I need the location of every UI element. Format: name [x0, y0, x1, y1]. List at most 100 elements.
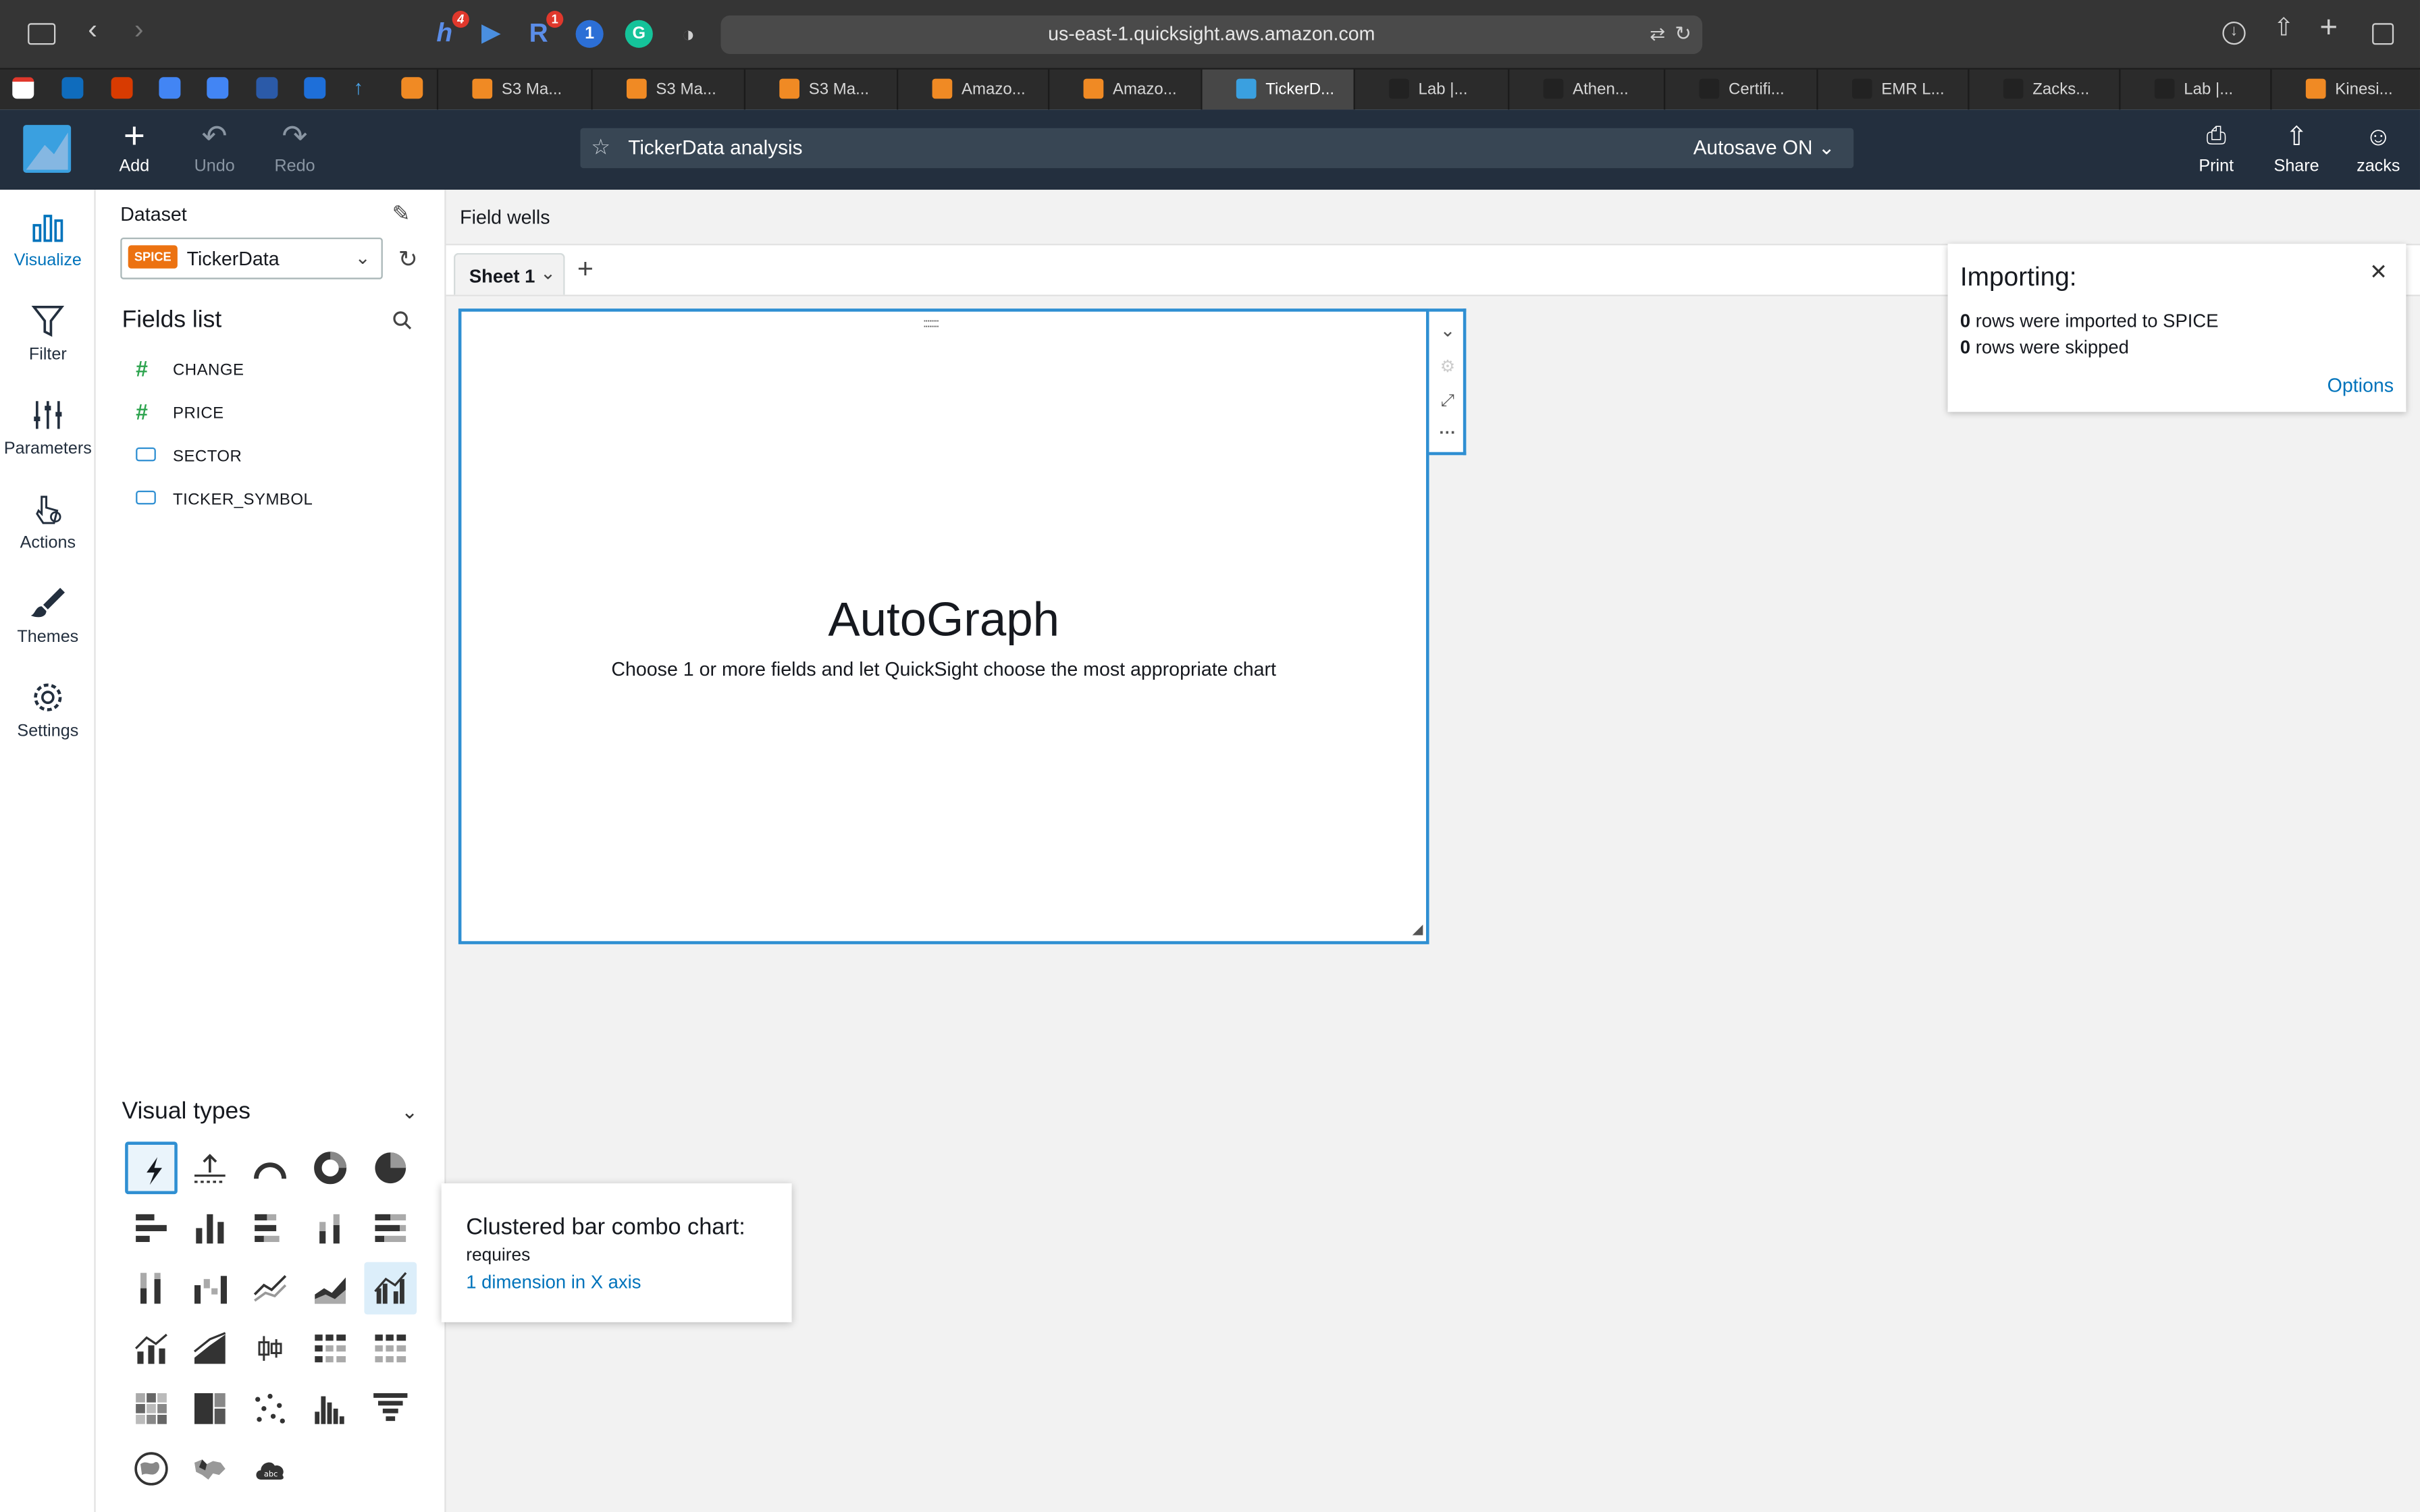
stacked-bar-combo-icon[interactable]	[125, 1322, 178, 1375]
share-button[interactable]: ⇧ Share	[2257, 122, 2337, 176]
search-icon[interactable]	[392, 310, 413, 335]
tab-overview-icon[interactable]	[2372, 23, 2394, 45]
tab-sheet-1[interactable]: Sheet 1 ⌄	[453, 252, 565, 295]
chevron-down-icon[interactable]: ⌄	[540, 263, 556, 284]
browser-tab[interactable]: S3 Ma...	[591, 69, 743, 110]
collapse-chevron-icon[interactable]: ⌄	[401, 1100, 418, 1125]
back-icon[interactable]: ‹	[88, 16, 97, 43]
stacked-vertical-bar-icon[interactable]	[304, 1202, 357, 1255]
vertical-bar-icon[interactable]	[184, 1202, 236, 1255]
scatter-plot-icon[interactable]	[244, 1382, 296, 1435]
forward-icon[interactable]: ›	[134, 16, 144, 43]
browser-tab[interactable]: S3 Ma...	[743, 69, 897, 110]
rail-item-themes[interactable]: Themes	[0, 585, 96, 647]
refresh-icon[interactable]: ↻	[398, 245, 418, 273]
box-plot-icon[interactable]	[244, 1322, 296, 1375]
stacked-area-icon[interactable]	[184, 1322, 236, 1375]
gmail-tab-icon[interactable]	[12, 77, 34, 99]
translate-tab-icon[interactable]	[159, 77, 181, 99]
collapse-visual-icon[interactable]: ⌄	[1436, 319, 1461, 341]
redo-button[interactable]: ↷ Redo	[255, 122, 335, 176]
aws-tab-icon[interactable]	[401, 77, 423, 99]
pie-chart-icon[interactable]	[364, 1141, 417, 1194]
browser-tab[interactable]: Lab |...	[1353, 69, 1508, 110]
area-chart-icon[interactable]	[304, 1262, 357, 1315]
clustered-bar-combo-icon[interactable]	[364, 1262, 417, 1315]
outlook-tab-icon[interactable]	[61, 77, 84, 99]
user-menu-button[interactable]: ☺ zacks	[2338, 122, 2419, 176]
table-icon[interactable]	[364, 1322, 417, 1375]
gauge-icon[interactable]	[244, 1141, 296, 1194]
translate2-tab-icon[interactable]	[207, 77, 229, 99]
share-browser-icon[interactable]: ⇧	[2273, 16, 2294, 41]
browser-tab[interactable]: EMR L...	[1816, 69, 1968, 110]
undo-button[interactable]: ↶ Undo	[174, 122, 255, 176]
arrow-tab-icon[interactable]: ↑	[353, 76, 375, 99]
word-cloud-icon[interactable]: abc	[244, 1442, 296, 1495]
print-button[interactable]: ⎙ Print	[2176, 122, 2257, 176]
browser-tab[interactable]: S3 Ma...	[436, 69, 591, 110]
calculator-tab-icon[interactable]	[256, 77, 278, 99]
funnel-chart-icon[interactable]	[364, 1382, 417, 1435]
star-icon[interactable]: ☆	[591, 134, 610, 161]
privacy-shield-icon[interactable]: ◑	[675, 20, 702, 48]
field-wells-bar[interactable]: Field wells	[446, 190, 2420, 246]
extension-play-icon[interactable]: ▶	[477, 20, 504, 48]
heat-map-icon[interactable]	[125, 1382, 178, 1435]
waterfall-icon[interactable]	[184, 1262, 236, 1315]
donut-chart-icon[interactable]	[304, 1141, 357, 1194]
office-tab-icon[interactable]	[111, 77, 133, 99]
resize-handle-icon[interactable]: ◢	[1413, 921, 1423, 938]
autograph-visual[interactable]: :::::::: AutoGraph Choose 1 or more fiel…	[458, 308, 1429, 944]
translate-icon[interactable]: ⇄	[1650, 23, 1665, 45]
close-icon[interactable]: ✕	[2369, 259, 2388, 286]
stacked-horizontal-bar-icon[interactable]	[244, 1202, 296, 1255]
pencil-icon[interactable]: ✎	[392, 200, 411, 227]
rail-item-parameters[interactable]: Parameters	[0, 396, 96, 458]
analysis-name-bar[interactable]: ☆ TickerData analysis Autosave ON ⌄	[580, 128, 1854, 169]
autograph-icon[interactable]	[125, 1141, 178, 1195]
browser-tab[interactable]: Athen...	[1508, 69, 1664, 110]
rail-item-actions[interactable]: Actions	[0, 491, 96, 552]
rail-item-visualize[interactable]: Visualize	[0, 209, 96, 270]
tree-map-icon[interactable]	[184, 1382, 236, 1435]
browser-tab[interactable]: Certifi...	[1663, 69, 1816, 110]
quicksight-logo-icon[interactable]	[23, 125, 72, 173]
autosave-toggle[interactable]: Autosave ON ⌄	[1693, 136, 1835, 161]
line-chart-icon[interactable]	[244, 1262, 296, 1315]
extension-h-icon[interactable]: h4	[431, 10, 469, 48]
browser-tab[interactable]: Kinesi...	[2270, 69, 2420, 110]
address-bar[interactable]: us-east-1.quicksight.aws.amazon.com ⇄ ↻	[720, 15, 1703, 54]
kpi-icon[interactable]	[184, 1141, 236, 1194]
reload-icon[interactable]: ↻	[1675, 22, 1691, 47]
percent-horizontal-bar-icon[interactable]	[364, 1202, 417, 1255]
extension-r-icon[interactable]: R1	[525, 10, 564, 48]
percent-vertical-bar-icon[interactable]	[125, 1262, 178, 1315]
download-icon[interactable]: ↓	[2222, 21, 2246, 45]
format-visual-icon[interactable]: ⚙	[1436, 356, 1461, 376]
drag-handle-icon[interactable]: ::::::::	[923, 317, 940, 331]
dataset-select[interactable]: SPICE TickerData ⌄	[120, 237, 383, 279]
browser-tab[interactable]: Amazo...	[1047, 69, 1201, 110]
add-sheet-icon[interactable]: +	[577, 253, 594, 286]
more-options-icon[interactable]: ···	[1436, 425, 1461, 443]
expand-icon[interactable]: ⤢	[1436, 392, 1461, 412]
browser-tab[interactable]: Zacks...	[1968, 69, 2119, 110]
sidebar-toggle-icon[interactable]	[28, 23, 56, 45]
add-button[interactable]: + Add	[94, 118, 174, 176]
horizontal-bar-icon[interactable]	[125, 1202, 178, 1255]
geospatial-map-icon[interactable]	[125, 1442, 178, 1495]
browser-tab[interactable]: TickerD...	[1201, 69, 1354, 110]
browser-tab[interactable]: Amazo...	[896, 69, 1048, 110]
extension-grammarly-icon[interactable]: G	[625, 20, 653, 48]
new-tab-icon[interactable]: +	[2319, 12, 2338, 43]
app-tab-icon[interactable]	[304, 77, 326, 99]
extension-1password-icon[interactable]: 1	[575, 20, 604, 48]
rail-item-filter[interactable]: Filter	[0, 302, 96, 364]
options-link[interactable]: Options	[2327, 375, 2394, 396]
browser-tab[interactable]: Lab |...	[2119, 69, 2270, 110]
histogram-icon[interactable]	[304, 1382, 357, 1435]
pivot-table-icon[interactable]	[304, 1322, 357, 1375]
analysis-title[interactable]: TickerData analysis	[628, 136, 802, 159]
filled-map-icon[interactable]	[184, 1442, 236, 1495]
